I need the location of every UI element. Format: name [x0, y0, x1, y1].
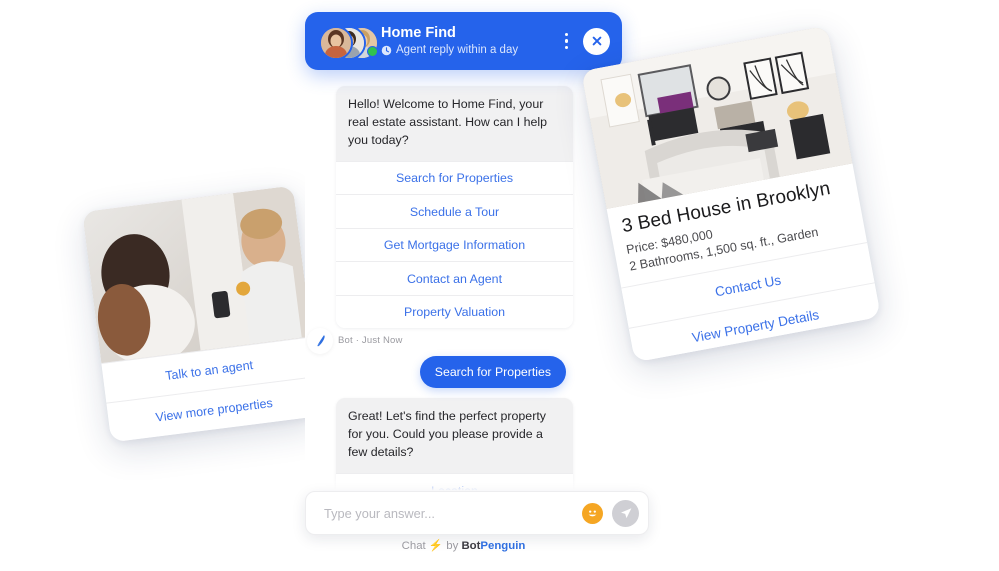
- bot-message: Great! Let's find the perfect property f…: [336, 398, 573, 501]
- avatar: [319, 26, 353, 60]
- brand-name-second: Penguin: [480, 540, 526, 552]
- send-paper-plane-icon[interactable]: [612, 499, 639, 527]
- kebab-menu-icon[interactable]: [561, 30, 573, 53]
- chat-subtitle-row: Agent reply within a day: [381, 43, 561, 58]
- brand-name-first: Bot: [461, 540, 481, 552]
- penguin-glyph: [316, 334, 325, 346]
- quick-reply-property-valuation[interactable]: Property Valuation: [336, 294, 573, 329]
- bot-message: Hello! Welcome to Home Find, your real e…: [336, 86, 573, 329]
- left-card-photo: [82, 185, 312, 364]
- user-message-row: Search for Properties: [305, 356, 622, 389]
- online-status-dot: [367, 46, 378, 57]
- clock-icon: [381, 45, 392, 56]
- quick-reply-label: Schedule a Tour: [409, 204, 500, 219]
- left-property-card[interactable]: Talk to an agent View more properties: [82, 185, 322, 443]
- chat-footer-branding: Chat ⚡ by BotPenguin: [305, 538, 622, 552]
- chat-message-list[interactable]: Hello! Welcome to Home Find, your real e…: [305, 76, 622, 501]
- paper-plane-glyph: [620, 508, 631, 519]
- left-card-option-label: View more properties: [154, 395, 274, 425]
- agent-handing-keys-photo: [82, 185, 312, 364]
- smiley-glyph: [588, 509, 597, 516]
- quick-reply-label: Contact an Agent: [406, 271, 503, 286]
- close-icon[interactable]: [583, 27, 610, 55]
- agent-avatar-group: [319, 24, 379, 60]
- screenshot-stage: Talk to an agent View more properties 3 …: [0, 0, 999, 571]
- quick-reply-get-mortgage-information[interactable]: Get Mortgage Information: [336, 227, 573, 262]
- chat-input-bar[interactable]: [305, 491, 649, 535]
- footer-chat-label: Chat: [401, 540, 426, 552]
- bot-message-text: Great! Let's find the perfect property f…: [336, 398, 573, 474]
- bot-message-timestamp: Bot · Just Now: [338, 335, 403, 347]
- quick-reply-label: Property Valuation: [403, 305, 506, 320]
- chat-header-text: Home Find Agent reply within a day: [381, 24, 561, 58]
- chat-subtitle: Agent reply within a day: [396, 44, 519, 57]
- right-property-card[interactable]: 3 Bed House in Brooklyn Price: $480,000 …: [581, 25, 881, 363]
- chat-title: Home Find: [381, 24, 456, 41]
- emoji-smiley-icon[interactable]: [582, 502, 603, 524]
- footer-by-label: by: [446, 540, 459, 552]
- quick-reply-label: Get Mortgage Information: [383, 238, 526, 253]
- quick-reply-schedule-a-tour[interactable]: Schedule a Tour: [336, 194, 573, 228]
- right-card-option-label: View Property Details: [690, 306, 821, 345]
- bot-message-text: Hello! Welcome to Home Find, your real e…: [336, 86, 573, 161]
- lightning-bolt-icon: ⚡: [428, 540, 444, 552]
- user-message-bubble: Search for Properties: [419, 356, 566, 389]
- close-x-glyph: [592, 36, 601, 46]
- botpenguin-logo-icon: [307, 328, 333, 354]
- avatar-image: [321, 28, 351, 58]
- left-card-option-label: Talk to an agent: [164, 357, 254, 383]
- right-card-option-label: Contact Us: [713, 271, 783, 299]
- quick-reply-label: Search for Properties: [395, 171, 514, 186]
- chat-header: Home Find Agent reply within a day: [305, 12, 622, 70]
- chat-header-actions: [561, 27, 610, 55]
- quick-reply-contact-an-agent[interactable]: Contact an Agent: [336, 261, 573, 295]
- chat-widget: Home Find Agent reply within a day Hello…: [305, 12, 622, 501]
- quick-reply-search-for-properties[interactable]: Search for Properties: [336, 160, 573, 195]
- chat-input-field[interactable]: [322, 504, 582, 522]
